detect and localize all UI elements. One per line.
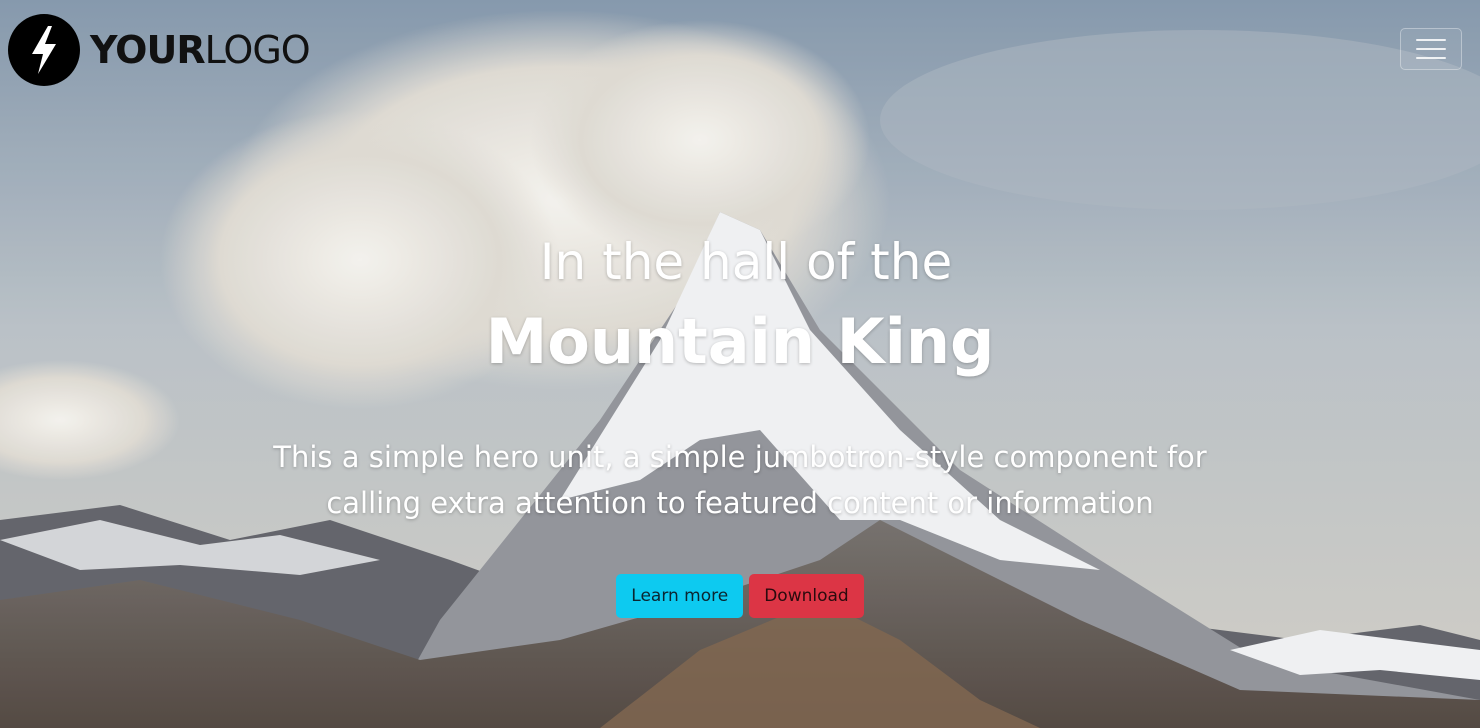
hero-content: In the hall of the Mountain King This a … bbox=[0, 228, 1480, 526]
hero-kicker: In the hall of the bbox=[539, 233, 953, 291]
hero-actions: Learn more Download bbox=[0, 574, 1480, 618]
brand-logo[interactable]: YOUR LOGO bbox=[8, 13, 311, 87]
navbar: YOUR LOGO bbox=[0, 0, 1480, 100]
logo-text-light: LOGO bbox=[204, 28, 311, 72]
download-button[interactable]: Download bbox=[749, 574, 864, 618]
menu-bar bbox=[1416, 48, 1446, 50]
hero-title: Mountain King bbox=[485, 305, 995, 378]
menu-bar bbox=[1416, 39, 1446, 41]
learn-more-button[interactable]: Learn more bbox=[616, 574, 744, 618]
menu-bar bbox=[1416, 57, 1446, 59]
hero-section: YOUR LOGO In the hall of the Mountain Kin… bbox=[0, 0, 1480, 728]
hamburger-menu-icon[interactable] bbox=[1400, 28, 1462, 70]
logo-text-strong: YOUR bbox=[90, 28, 206, 72]
lightning-bolt-icon bbox=[8, 14, 80, 86]
hero-lead: This a simple hero unit, a simple jumbot… bbox=[273, 440, 1207, 520]
